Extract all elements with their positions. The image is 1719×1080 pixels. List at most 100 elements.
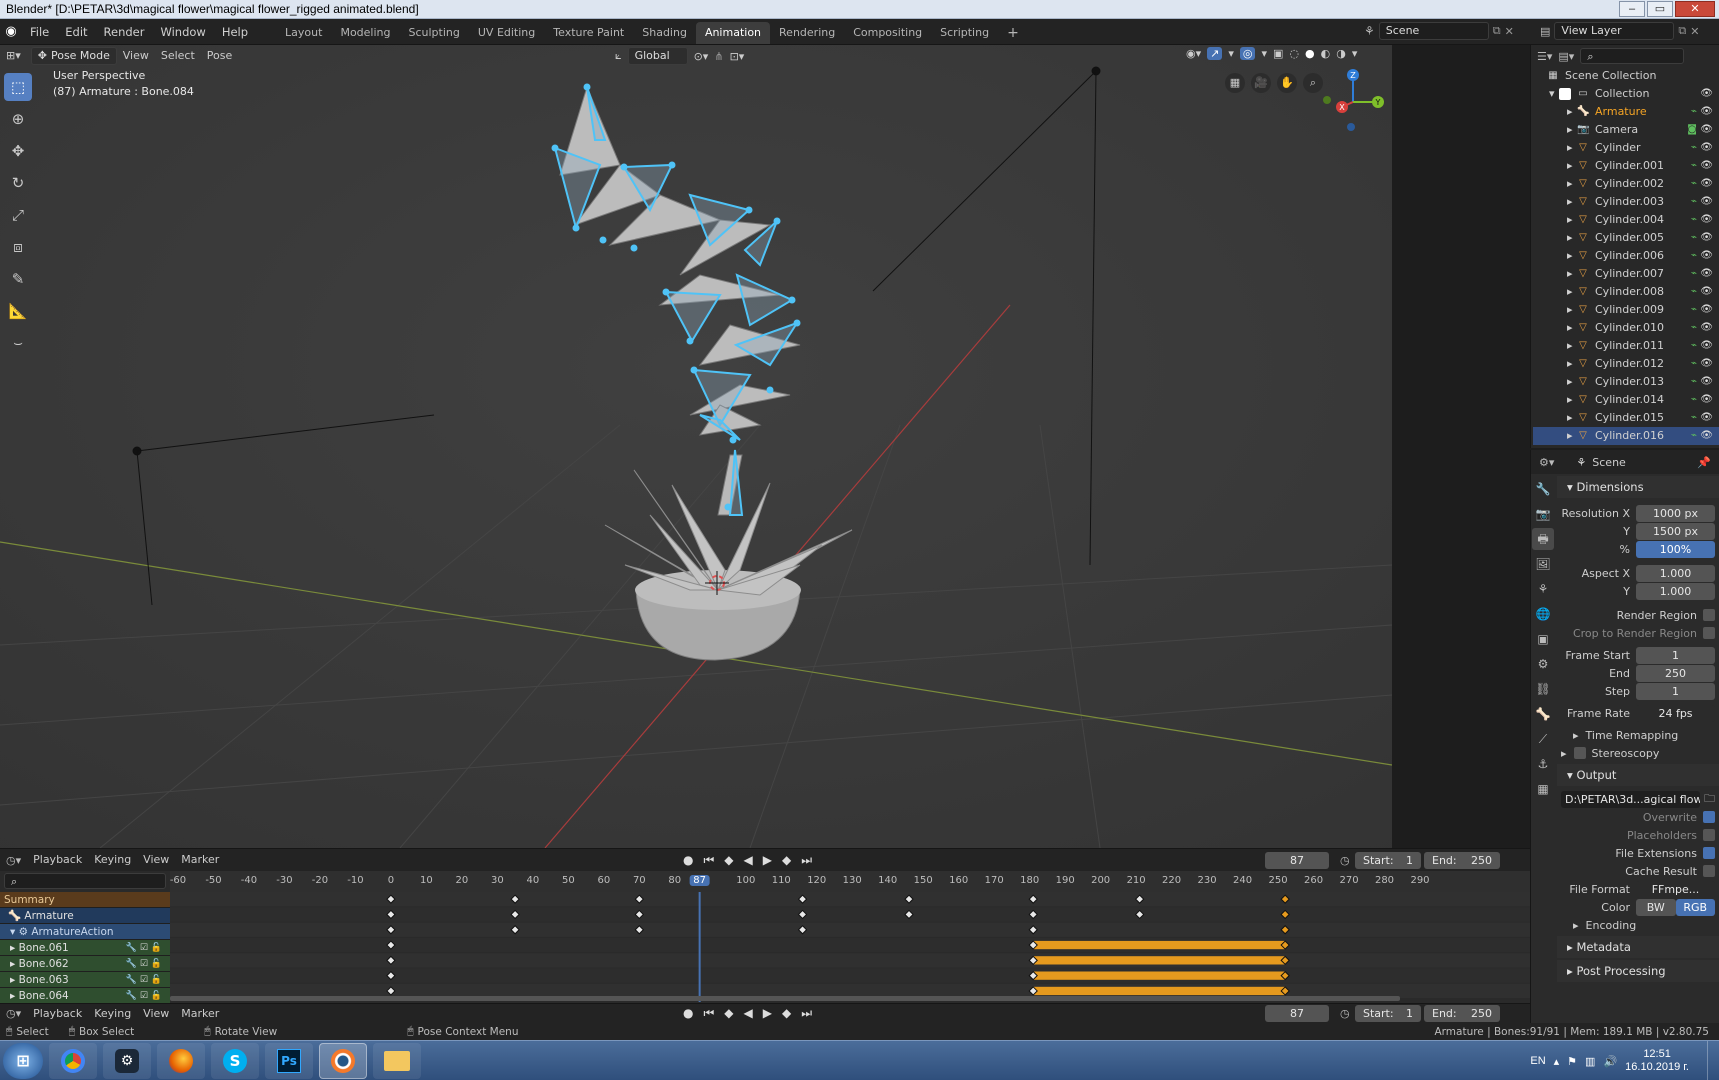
expand-icon[interactable]: ▸: [1567, 193, 1577, 211]
marker-menu[interactable]: Marker: [175, 850, 225, 870]
dopesheet-editor-icon[interactable]: ◷▾: [0, 854, 27, 867]
scene-selector[interactable]: Scene: [1378, 22, 1489, 40]
bone-tab-icon[interactable]: ⟋: [1532, 728, 1554, 750]
channel-bone[interactable]: ▸ Bone.064 🔧 ☑ 🔓: [0, 988, 170, 1004]
steam-icon[interactable]: ⚙: [103, 1042, 151, 1079]
keyframe-area[interactable]: [170, 892, 1530, 1002]
pin-icon[interactable]: 📌: [1697, 456, 1711, 469]
eye-icon[interactable]: 👁: [1700, 175, 1713, 193]
expand-icon[interactable]: ▸: [1567, 229, 1577, 247]
modifier-icon[interactable]: ⌁: [1691, 355, 1697, 373]
timeline-current-frame-field[interactable]: 87: [1265, 1005, 1329, 1022]
outliner-item[interactable]: ▸ ▽ Cylinder.011 ⌁ 👁: [1533, 337, 1719, 355]
scene-collection-row[interactable]: ▦ Scene Collection: [1533, 67, 1719, 85]
close-button[interactable]: ✕: [1675, 1, 1715, 17]
stereoscopy-section[interactable]: ▸ Stereoscopy: [1561, 744, 1715, 762]
outliner-item[interactable]: ▸ ▽ Cylinder.010 ⌁ 👁: [1533, 319, 1719, 337]
outliner-item[interactable]: ▸ ▽ Cylinder.007 ⌁ 👁: [1533, 265, 1719, 283]
modifier-icon[interactable]: ⌁: [1691, 265, 1697, 283]
timeline-next-keyframe-icon[interactable]: ◆: [782, 1006, 791, 1021]
prev-keyframe-icon[interactable]: ◆: [724, 853, 733, 868]
eye-icon[interactable]: 👁: [1700, 319, 1713, 337]
network-tray-icon[interactable]: ▥: [1585, 1055, 1595, 1068]
resolution-y-field[interactable]: 1500 px: [1636, 522, 1715, 540]
modifier-icon[interactable]: ⌁: [1691, 319, 1697, 337]
tool-tab-icon[interactable]: 🔧: [1532, 478, 1554, 500]
overlay-toggle-icon[interactable]: ◎: [1239, 47, 1256, 60]
outliner-item[interactable]: ▸ ▽ Cylinder ⌁ 👁: [1533, 139, 1719, 157]
eye-icon[interactable]: 👁: [1700, 103, 1713, 121]
move-tool-icon[interactable]: ✥: [4, 137, 32, 165]
menu-window[interactable]: Window: [152, 19, 213, 45]
outliner-item[interactable]: ▸ ▽ Cylinder.005 ⌁ 👁: [1533, 229, 1719, 247]
expand-icon[interactable]: ▸: [1567, 139, 1577, 157]
eye-icon[interactable]: 👁: [1700, 409, 1713, 427]
language-indicator[interactable]: EN: [1530, 1055, 1545, 1067]
dope-sheet[interactable]: ◷▾ Playback Keying View Marker ● ⏮ ◆ ◀ ▶…: [0, 848, 1530, 1023]
constraint-tab-icon[interactable]: ⛓: [1532, 678, 1554, 700]
snap-icon[interactable]: ⋔: [714, 50, 723, 63]
annotate-tool-icon[interactable]: ✎: [4, 265, 32, 293]
measure-tool-icon[interactable]: 📐: [4, 297, 32, 325]
expand-icon[interactable]: ▸: [1567, 427, 1577, 445]
collection-checkbox[interactable]: [1559, 88, 1571, 100]
metadata-section[interactable]: ▸ Metadata: [1557, 936, 1719, 958]
keying-menu[interactable]: Keying: [88, 850, 137, 870]
stereoscopy-checkbox[interactable]: [1573, 747, 1586, 759]
expand-icon[interactable]: ▸: [1567, 247, 1577, 265]
folder-icon[interactable]: 🗀: [1704, 790, 1715, 809]
post-processing-section[interactable]: ▸ Post Processing: [1557, 960, 1719, 982]
modifier-icon[interactable]: ⌁: [1691, 301, 1697, 319]
eye-icon[interactable]: 👁: [1700, 265, 1713, 283]
resolution-percent-field[interactable]: 100%: [1636, 540, 1715, 558]
frame-ruler[interactable]: -60 -50 -40 -30 -20 -10 0 10 20 30 40 50 60 70 80 87 100…: [170, 871, 1530, 892]
clock[interactable]: 12:51 16.10.2019 г.: [1625, 1048, 1689, 1074]
dimensions-section[interactable]: ▾ Dimensions: [1557, 476, 1719, 498]
modifier-icon[interactable]: ⌁: [1691, 247, 1697, 265]
frame-end-field[interactable]: 250: [1636, 664, 1715, 682]
expand-icon[interactable]: ▸: [1567, 103, 1577, 121]
expand-icon[interactable]: ▸: [1567, 409, 1577, 427]
editor-type-icon[interactable]: ⊞▾: [0, 46, 27, 66]
pivot-point-icon[interactable]: ⊙▾: [694, 50, 709, 63]
timeline-playback-menu[interactable]: Playback: [27, 1004, 88, 1024]
pan-hand-icon[interactable]: ✋: [1277, 73, 1297, 93]
outliner-item[interactable]: ▸ ▽ Cylinder.015 ⌁ 👁: [1533, 409, 1719, 427]
modifier-icon[interactable]: ⌁: [1691, 373, 1697, 391]
shading-dropdown-icon[interactable]: ▾: [1352, 47, 1358, 60]
tab-shading[interactable]: Shading: [633, 22, 696, 44]
outliner-item[interactable]: ▸ ▽ Cylinder.014 ⌁ 👁: [1533, 391, 1719, 409]
expand-icon[interactable]: ▸: [1567, 211, 1577, 229]
object-tab-icon[interactable]: ▣: [1532, 628, 1554, 650]
rendered-shading-icon[interactable]: ◑: [1336, 47, 1346, 60]
outliner-item[interactable]: ▸ ▽ Cylinder.004 ⌁ 👁: [1533, 211, 1719, 229]
eye-icon[interactable]: 👁: [1700, 355, 1713, 373]
display-mode-icon[interactable]: ▤▾: [1558, 50, 1574, 63]
menu-edit[interactable]: Edit: [57, 19, 95, 45]
outliner-item[interactable]: ▸ ▽ Cylinder.006 ⌁ 👁: [1533, 247, 1719, 265]
start-button-icon[interactable]: ⊞: [3, 1042, 43, 1079]
frame-start-field[interactable]: 1: [1636, 646, 1715, 664]
modifier-icon[interactable]: ⌁: [1691, 211, 1697, 229]
scale-tool-icon[interactable]: ⤢: [4, 201, 32, 229]
timeline-record-icon[interactable]: ●: [683, 1006, 693, 1021]
outliner-item[interactable]: ▸ ▽ Cylinder.003 ⌁ 👁: [1533, 193, 1719, 211]
eye-icon[interactable]: 👁: [1700, 139, 1713, 157]
menu-render[interactable]: Render: [96, 19, 153, 45]
channel-toggles-icon[interactable]: 🔧 ☑ 🔓: [126, 956, 162, 972]
tab-rendering[interactable]: Rendering: [770, 22, 844, 44]
expand-icon[interactable]: ▸: [1567, 337, 1577, 355]
transform-tool-icon[interactable]: ⧈: [4, 233, 32, 261]
timeline-play-reverse-icon[interactable]: ◀: [744, 1006, 753, 1021]
tab-compositing[interactable]: Compositing: [844, 22, 931, 44]
viewport-menu-pose[interactable]: Pose: [201, 46, 238, 66]
eye-icon[interactable]: 👁: [1700, 373, 1713, 391]
crop-region-checkbox[interactable]: [1703, 627, 1715, 639]
expand-icon[interactable]: ▸: [1567, 265, 1577, 283]
expand-icon[interactable]: ▸: [1567, 157, 1577, 175]
outliner-item[interactable]: ▸ ▽ Cylinder.012 ⌁ 👁: [1533, 355, 1719, 373]
select-box-tool-icon[interactable]: ⬚: [4, 73, 32, 101]
eye-icon[interactable]: 👁: [1700, 193, 1713, 211]
visibility-icon[interactable]: ◉▾: [1186, 47, 1201, 60]
mode-selector[interactable]: ✥ Pose Mode: [30, 47, 117, 65]
